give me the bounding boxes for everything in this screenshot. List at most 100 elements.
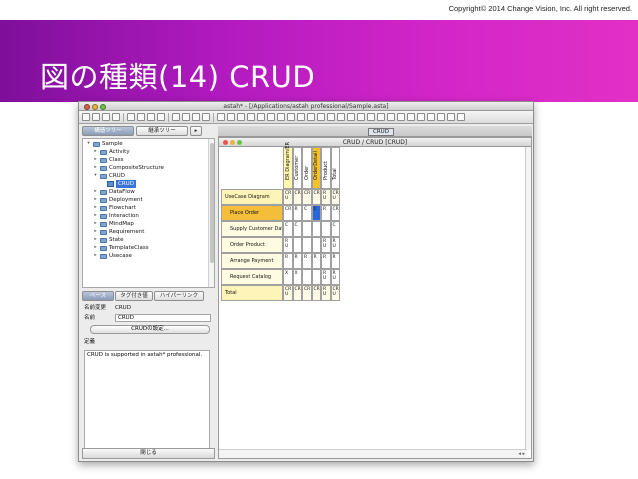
tree-item[interactable]: ▸ TemplateClass [93, 244, 148, 252]
tree-item[interactable]: ▾ Sample [86, 140, 122, 148]
matrix-cell[interactable]: R [292, 205, 302, 221]
matrix-cell[interactable]: R [321, 253, 331, 269]
tree-item[interactable]: ▸ DataFlow [93, 188, 134, 196]
disclosure-triangle-icon[interactable]: ▸ [93, 236, 98, 244]
matrix-cell[interactable]: CR U [283, 285, 293, 301]
fit-icon[interactable] [172, 113, 180, 121]
row-label[interactable]: Request Catalog [221, 269, 283, 285]
matrix-cell[interactable]: R U [321, 269, 331, 285]
matrix-cell[interactable]: R [321, 205, 331, 221]
matrix-cell[interactable]: C [283, 221, 293, 237]
disclosure-triangle-icon[interactable]: ▾ [86, 140, 91, 148]
matrix-cell[interactable]: R [302, 253, 312, 269]
disclosure-triangle-icon[interactable]: ▸ [93, 204, 98, 212]
zoom-in-icon[interactable] [147, 113, 155, 121]
column-header[interactable]: Product [321, 147, 331, 189]
tree-scroll-thumb[interactable] [210, 143, 214, 263]
matrix-cell[interactable]: CR [292, 285, 302, 301]
matrix-cell[interactable]: R [330, 253, 340, 269]
toolbar-tool-icon[interactable] [307, 113, 315, 121]
tab-tagged-values[interactable]: タグ付き値 [115, 291, 153, 301]
tree-item[interactable]: ▸ Activity [93, 148, 129, 156]
crud-matrix[interactable]: ER Diagram/ER Customer Order OrderDetail Pro… [219, 142, 527, 450]
toolbar-tool-icon[interactable] [417, 113, 425, 121]
matrix-cell[interactable]: CR [283, 205, 293, 221]
disclosure-triangle-icon[interactable]: ▸ [93, 212, 98, 220]
zoom-out-icon[interactable] [157, 113, 165, 121]
matrix-cell[interactable]: R U [330, 269, 340, 285]
disclosure-triangle-icon[interactable]: ▸ [93, 220, 98, 228]
matrix-cell[interactable] [311, 221, 321, 237]
disclosure-triangle-icon[interactable]: ▸ [93, 188, 98, 196]
toolbar-tool-icon[interactable] [347, 113, 355, 121]
disclosure-triangle-icon[interactable]: ▸ [93, 252, 98, 260]
name-field[interactable]: CRUD [115, 314, 211, 322]
tree-item[interactable]: ▸ CompositeStructure [93, 164, 164, 172]
tree-item[interactable]: ▸ MindMap [93, 220, 134, 228]
toolbar-tool-icon[interactable] [267, 113, 275, 121]
close-button[interactable]: 閉じる [82, 448, 215, 459]
matrix-cell[interactable]: CR [311, 189, 321, 205]
definition-field[interactable]: CRUD is supported in astah* professional… [84, 350, 210, 450]
project-tree[interactable]: ▾ Sample ▸ Activity ▸ Class ▸ CompositeStructur… [82, 138, 215, 288]
matrix-cell[interactable]: C [311, 205, 321, 221]
tab-inheritance-tree[interactable]: 継承ツリー [136, 126, 188, 136]
matrix-cell[interactable]: CR [302, 285, 312, 301]
toolbar-tool-icon[interactable] [447, 113, 455, 121]
tab-structure-tree[interactable]: 構造ツリー [82, 126, 134, 136]
save-icon[interactable] [102, 113, 110, 121]
matrix-cell[interactable] [311, 237, 321, 253]
matrix-cell[interactable]: CR U [330, 285, 340, 301]
matrix-cell[interactable] [321, 221, 331, 237]
tree-item[interactable]: ▸ Interaction [93, 212, 138, 220]
toolbar-tool-icon[interactable] [337, 113, 345, 121]
matrix-cell[interactable]: CR U [283, 189, 293, 205]
matrix-cell[interactable]: R U [283, 237, 293, 253]
matrix-cell[interactable]: CR [302, 189, 312, 205]
disclosure-triangle-icon[interactable]: ▾ [93, 172, 98, 180]
line-icon[interactable] [227, 113, 235, 121]
toolbar-tool-icon[interactable] [407, 113, 415, 121]
tree-item[interactable]: ▸ Usecase [93, 252, 132, 260]
tree-scrollbar[interactable] [208, 139, 214, 287]
scroll-arrows-icon[interactable]: ◂ ▸ [518, 451, 525, 457]
matrix-cell[interactable]: R [311, 253, 321, 269]
toolbar-tool-icon[interactable] [247, 113, 255, 121]
row-label[interactable]: Place Order [221, 205, 283, 221]
tree-item[interactable]: CRUD [100, 180, 136, 188]
color-icon[interactable] [202, 113, 210, 121]
column-header[interactable]: Total [330, 147, 340, 189]
matrix-cell[interactable]: CR [292, 189, 302, 205]
toolbar-tool-icon[interactable] [257, 113, 265, 121]
column-header[interactable]: Customer [292, 147, 302, 189]
matrix-cell[interactable]: C [292, 221, 302, 237]
matrix-cell[interactable] [302, 269, 312, 285]
toolbar-tool-icon[interactable] [317, 113, 325, 121]
column-header[interactable]: Order [302, 147, 312, 189]
toolbar-tool-icon[interactable] [427, 113, 435, 121]
toolbar-tool-icon[interactable] [397, 113, 405, 121]
tree-item[interactable]: ▸ State [93, 236, 123, 244]
align-icon[interactable] [192, 113, 200, 121]
toolbar-tool-icon[interactable] [387, 113, 395, 121]
editor-vertical-scrollbar[interactable] [525, 147, 531, 450]
matrix-cell[interactable]: R U [321, 285, 331, 301]
disclosure-triangle-icon[interactable]: ▸ [93, 156, 98, 164]
matrix-cell[interactable] [311, 269, 321, 285]
matrix-cell[interactable] [292, 237, 302, 253]
disclosure-triangle-icon[interactable]: ▸ [93, 228, 98, 236]
toolbar-tool-icon[interactable] [457, 113, 465, 121]
toolbar-tool-icon[interactable] [437, 113, 445, 121]
matrix-cell[interactable]: R [292, 253, 302, 269]
matrix-cell[interactable] [302, 237, 312, 253]
column-header[interactable]: ER Diagram/ER [283, 142, 293, 189]
tree-item[interactable]: ▸ Flowchart [93, 204, 136, 212]
row-label[interactable]: Arrange Payment [221, 253, 283, 269]
row-label[interactable]: Supply Customer Data [221, 221, 283, 237]
row-label[interactable]: Total [221, 285, 283, 301]
settings-icon[interactable] [237, 113, 245, 121]
tree-item[interactable]: ▸ Requirement [93, 228, 144, 236]
matrix-cell[interactable]: X [283, 269, 293, 285]
toolbar-tool-icon[interactable] [287, 113, 295, 121]
matrix-cell[interactable]: C [330, 221, 340, 237]
